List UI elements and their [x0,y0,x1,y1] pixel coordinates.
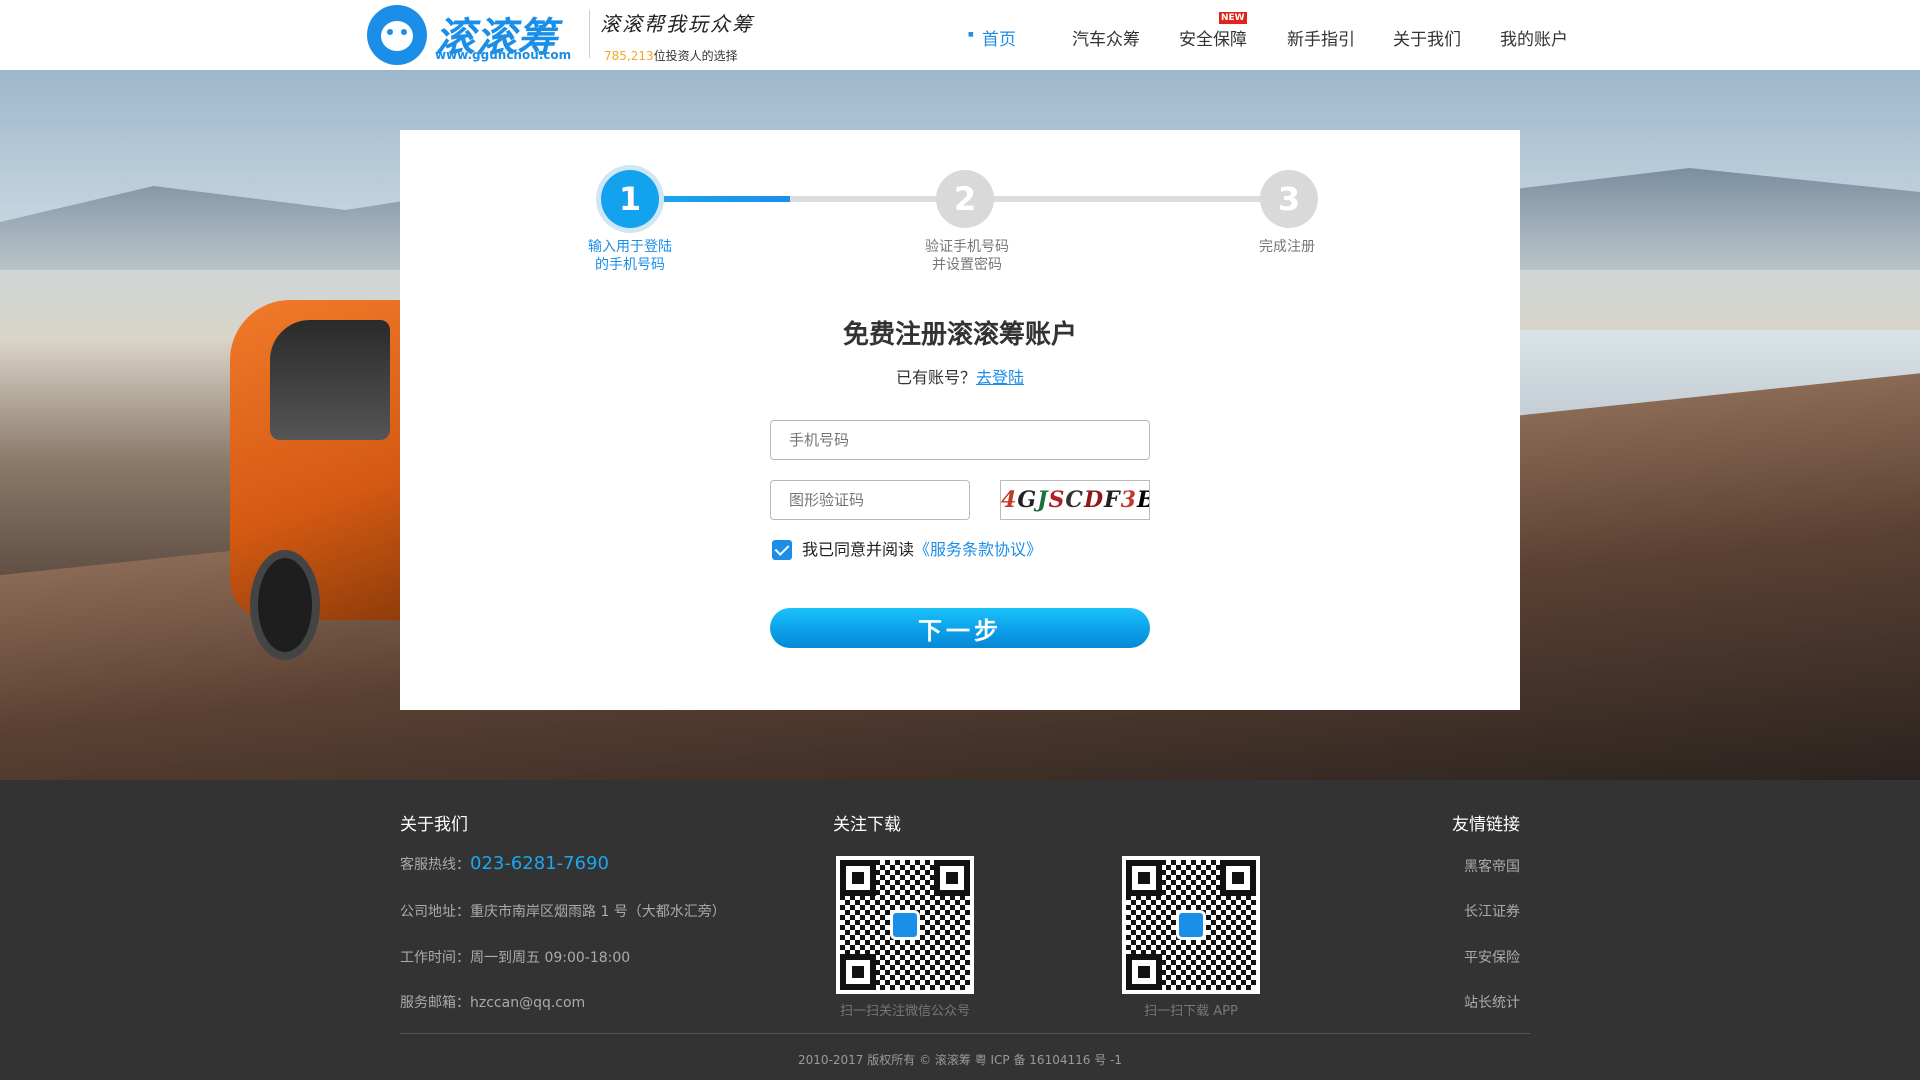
investor-suffix: 位投资人的选择 [653,49,738,63]
logo-url: www.ggunchou.com [435,48,572,62]
qr-finder [1220,860,1256,896]
terms-link[interactable]: 《服务条款协议》 [914,540,1042,559]
step-2-circle: 2 [936,170,994,228]
register-title: 免费注册滚滚筹账户 [842,320,1077,350]
links-heading: 友情链接 [1452,815,1520,835]
step-1-label-line1: 输入用于登陆 [588,239,672,255]
qr-logo-icon [1176,910,1206,940]
qr-finder [840,860,876,896]
site-footer: 关于我们 客服热线：023-6281-7690 公司地址：重庆市南岸区烟雨路 1… [0,780,1920,1080]
mascot-logo-icon [367,5,427,65]
captcha-char: S [1048,487,1066,513]
captcha-char: D [1083,487,1105,513]
captcha-char: 3 [1120,487,1137,513]
service-email: 服务邮箱：hzccan@qq.com [400,995,586,1011]
company-address: 公司地址：重庆市南岸区烟雨路 1 号（大都水汇旁） [400,904,726,920]
nav-my-account[interactable]: 我的账户 [1500,25,1568,50]
hotline-label: 客服热线： [400,857,470,873]
have-account-text: 已有账号？ [895,368,976,387]
qr-finder [840,954,876,990]
friend-link[interactable]: 长江证券 [1464,901,1520,921]
captcha-char: G [1017,487,1038,513]
nav-car-crowdfunding[interactable]: 汽车众筹 [1072,25,1140,50]
copyright: 2010-2017 版权所有 © 滚滚筹 粤 ICP 备 16104116 号 … [798,1053,1122,1067]
captcha-char: C [1065,487,1084,513]
qr-logo-icon [890,910,920,940]
investor-count: 785,213 [604,49,654,63]
nav-beginner-guide[interactable]: 新手指引 [1287,25,1355,50]
app-qr-code [1122,856,1260,994]
step-track-fill [640,196,790,202]
step-3-circle: 3 [1260,170,1318,228]
agree-text-wrap: 我已同意并阅读《服务条款协议》 [802,538,1042,562]
nav-security[interactable]: 安全保障 [1179,25,1247,50]
wechat-qr-code [836,856,974,994]
step-3-label: 完成注册 [1207,238,1367,256]
header-divider [589,10,590,58]
step-1-label: 输入用于登陆 的手机号码 [550,238,710,274]
hotline-number[interactable]: 023-6281-7690 [470,853,609,874]
phone-input[interactable] [770,420,1150,460]
step-3-label-line1: 完成注册 [1259,239,1315,255]
car-window [270,320,390,440]
hotline-line: 客服热线：023-6281-7690 [400,853,609,874]
captcha-input[interactable] [770,480,970,520]
qr-finder [1126,860,1162,896]
step-1-circle: 1 [601,170,659,228]
captcha-char: B [1137,487,1149,513]
login-link[interactable]: 去登陆 [976,368,1024,387]
footer-divider [400,1033,1530,1034]
agree-text: 我已同意并阅读 [802,540,915,559]
qr-finder [934,860,970,896]
app-qr-caption: 扫一扫下载 APP [1144,1004,1238,1019]
car-wheel [250,550,320,660]
site-logo[interactable]: 滚滚筹 www.ggunchou.com [367,3,571,67]
slogan: 滚滚帮我玩众筹 [600,12,754,36]
about-heading: 关于我们 [400,815,468,835]
step-1-label-line2: 的手机号码 [595,257,665,273]
qr-finder [1126,954,1162,990]
nav-home[interactable]: 首页 [968,25,1016,50]
captcha-char: J [1037,487,1049,513]
step-2-label: 验证手机号码 并设置密码 [887,238,1047,274]
follow-heading: 关注下载 [833,815,901,835]
site-header: 滚滚筹 www.ggunchou.com 滚滚帮我玩众筹 785,213位投资人… [0,0,1920,70]
friend-link[interactable]: 黑客帝国 [1464,856,1520,876]
wechat-qr-caption: 扫一扫关注微信公众号 [839,1004,970,1019]
investor-tagline: 785,213位投资人的选择 [604,47,738,64]
register-panel: 1 2 3 输入用于登陆 的手机号码 验证手机号码 并设置密码 完成注册 免费注… [400,130,1520,710]
step-progress: 1 2 3 输入用于登陆 的手机号码 验证手机号码 并设置密码 完成注册 [400,130,1520,280]
step-2-label-line1: 验证手机号码 [925,239,1009,255]
friend-link[interactable]: 站长统计 [1464,992,1520,1012]
qr-pattern [840,860,970,990]
nav-about-us[interactable]: 关于我们 [1393,25,1461,50]
agree-checkbox[interactable] [772,540,792,560]
captcha-char: 4 [1001,487,1018,513]
step-2-label-line2: 并设置密码 [932,257,1002,273]
captcha-image[interactable]: 4GJSCDF3BE [1000,480,1150,520]
captcha-char: F [1104,487,1121,513]
new-badge: NEW [1219,12,1247,24]
work-hours: 工作时间：周一到周五 09:00-18:00 [400,950,631,966]
have-account-line: 已有账号？去登陆 [400,364,1520,388]
qr-pattern [1126,860,1256,990]
friend-link[interactable]: 平安保险 [1464,947,1520,967]
next-step-button[interactable]: 下一步 [770,608,1150,648]
